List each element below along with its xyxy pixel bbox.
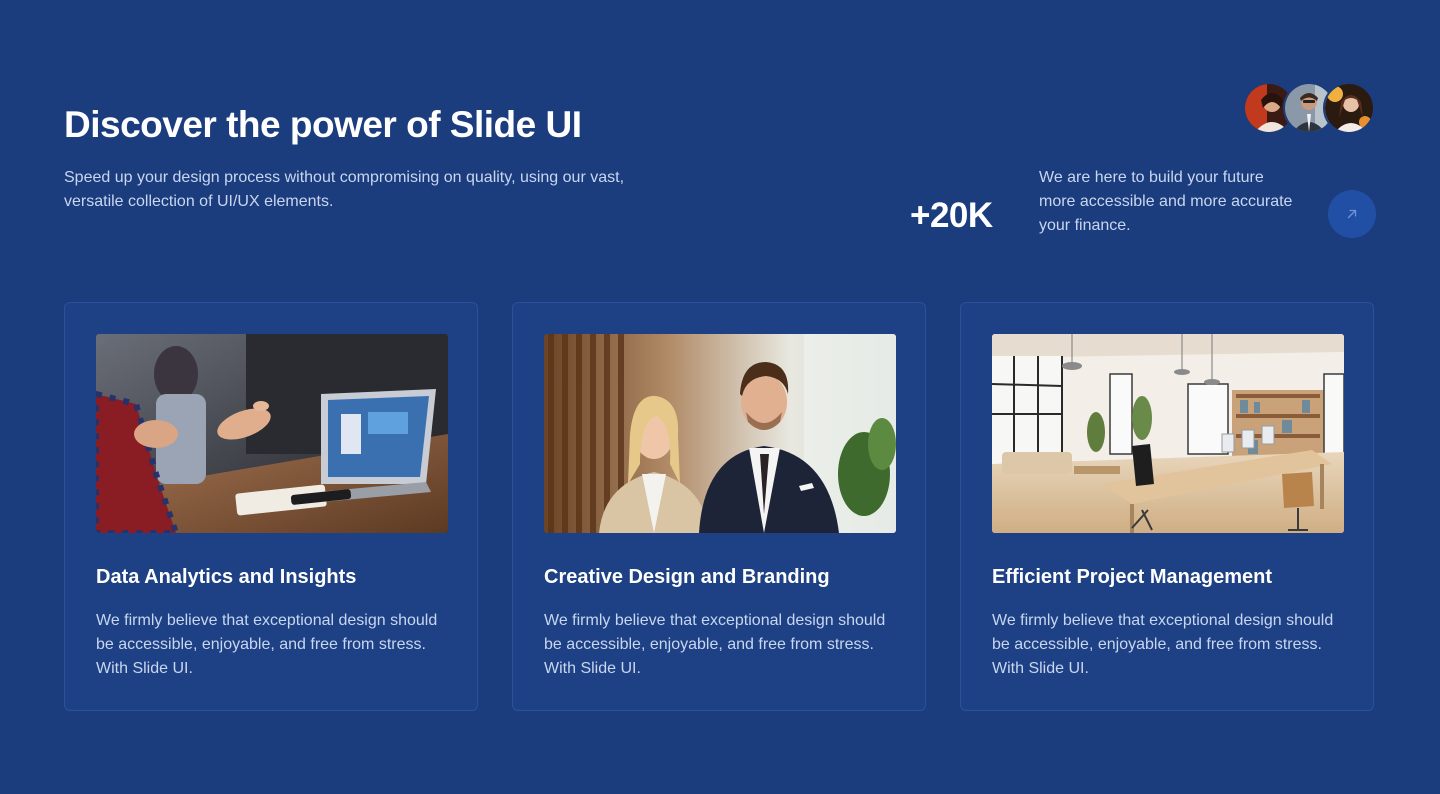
card-description: We firmly believe that exceptional desig…	[96, 612, 438, 677]
card-description: We firmly believe that exceptional desig…	[544, 612, 886, 677]
features-section: Discover the power of Slide UI Speed up …	[0, 0, 1440, 794]
arrow-button[interactable]	[1328, 190, 1376, 238]
stat-description: We are here to build your future more ac…	[1039, 169, 1293, 234]
card-image-meeting	[96, 334, 448, 533]
page-subtitle: Speed up your design process without com…	[64, 169, 625, 210]
card-title: Creative Design and Branding	[544, 566, 830, 588]
feature-card[interactable]: Data Analytics and Insights We firmly be…	[64, 302, 478, 711]
feature-card[interactable]: Efficient Project Management We firmly b…	[960, 302, 1374, 711]
stat-value: +20K	[910, 196, 993, 235]
card-image-business-people	[544, 334, 896, 533]
card-title: Efficient Project Management	[992, 566, 1273, 588]
avatar	[1323, 82, 1375, 134]
page-title: Discover the power of Slide UI	[64, 104, 582, 145]
arrow-up-right-icon	[1347, 209, 1357, 219]
card-title: Data Analytics and Insights	[96, 566, 357, 588]
feature-cards: Data Analytics and Insights We firmly be…	[64, 302, 1376, 713]
avatar-group	[1243, 82, 1377, 134]
card-description: We firmly believe that exceptional desig…	[992, 612, 1334, 677]
feature-card[interactable]: Creative Design and Branding We firmly b…	[512, 302, 926, 711]
card-image-office	[992, 334, 1344, 533]
